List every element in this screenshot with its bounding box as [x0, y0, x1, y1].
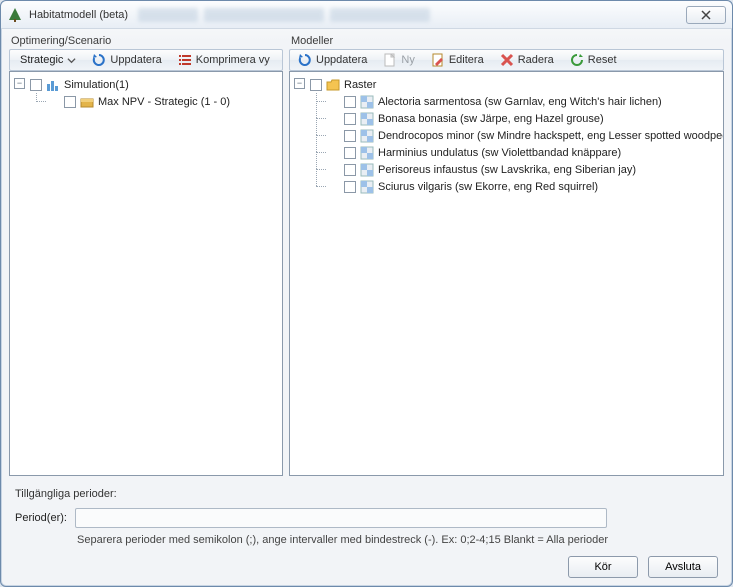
- checkbox[interactable]: [344, 181, 356, 193]
- left-tree-panel: − Simulation(1): [9, 71, 283, 476]
- tree-label[interactable]: Simulation(1): [64, 79, 129, 91]
- tree-node-model: Dendrocopos minor (sw Mindre hackspett, …: [328, 127, 719, 144]
- tree-node-raster: − Raster Alectoria sarmentosa (sw Garnla…: [294, 76, 719, 195]
- compress-view-button[interactable]: Komprimera vy: [174, 52, 274, 68]
- list-icon: [178, 53, 192, 67]
- checkbox[interactable]: [310, 79, 322, 91]
- periods-input[interactable]: [75, 508, 607, 528]
- model-icon: [360, 180, 374, 194]
- new-button[interactable]: Ny: [379, 52, 418, 68]
- right-toolbar: Uppdatera Ny Editera: [289, 49, 724, 71]
- tree-label[interactable]: Perisoreus infaustus (sw Lavskrika, eng …: [378, 164, 636, 176]
- periods-label: Period(er):: [15, 512, 67, 524]
- app-window: Habitatmodell (beta) Optimering/Scenario…: [0, 0, 733, 587]
- tree-label[interactable]: Bonasa bonasia (sw Järpe, eng Hazel grou…: [378, 113, 604, 125]
- run-button[interactable]: Kör: [568, 556, 638, 578]
- edit-label: Editera: [449, 54, 484, 66]
- expand-toggle[interactable]: −: [294, 78, 305, 89]
- tree-label[interactable]: Raster: [344, 79, 376, 91]
- scenario-dropdown-value: Strategic: [20, 54, 63, 66]
- tree-node-model: Bonasa bonasia (sw Järpe, eng Hazel grou…: [328, 110, 719, 127]
- left-toolbar: Strategic Uppdatera Komprimera vy: [9, 49, 283, 71]
- model-icon: [360, 163, 374, 177]
- tree-node-model: Harminius undulatus (sw Violettbandad kn…: [328, 144, 719, 161]
- edit-icon: [431, 53, 445, 67]
- right-column: Modeller Uppdatera Ny: [289, 35, 724, 476]
- right-update-button[interactable]: Uppdatera: [294, 52, 371, 68]
- background-tabs-blur: [138, 8, 430, 22]
- model-icon: [360, 95, 374, 109]
- reset-icon: [570, 53, 584, 67]
- periods-header: Tillgängliga perioder:: [15, 488, 718, 500]
- delete-button[interactable]: Radera: [496, 52, 558, 68]
- tree-label[interactable]: Dendrocopos minor (sw Mindre hackspett, …: [378, 130, 724, 142]
- right-tree-panel: − Raster Alectoria sarmentosa (sw Garnla…: [289, 71, 724, 476]
- model-icon: [360, 146, 374, 160]
- tree-node-simulation: − Simulation(1): [14, 76, 278, 110]
- checkbox[interactable]: [64, 96, 76, 108]
- right-section-label: Modeller: [289, 35, 724, 49]
- tree-node-model: Alectoria sarmentosa (sw Garnlav, eng Wi…: [328, 93, 719, 110]
- checkbox[interactable]: [344, 147, 356, 159]
- reset-button[interactable]: Reset: [566, 52, 621, 68]
- folder-icon: [326, 78, 340, 92]
- model-icon: [360, 112, 374, 126]
- left-update-label: Uppdatera: [110, 54, 161, 66]
- checkbox[interactable]: [344, 113, 356, 125]
- tree-node-model: Sciurus vilgaris (sw Ekorre, eng Red squ…: [328, 178, 719, 195]
- checkbox[interactable]: [344, 96, 356, 108]
- window-title: Habitatmodell (beta): [29, 9, 128, 21]
- delete-label: Radera: [518, 54, 554, 66]
- x-icon: [500, 53, 514, 67]
- new-label: Ny: [401, 54, 414, 66]
- refresh-icon: [298, 53, 312, 67]
- left-update-button[interactable]: Uppdatera: [88, 52, 165, 68]
- left-column: Optimering/Scenario Strategic Uppdatera: [9, 35, 283, 476]
- window-body: Optimering/Scenario Strategic Uppdatera: [1, 29, 732, 586]
- tree-node-model: Perisoreus infaustus (sw Lavskrika, eng …: [328, 161, 719, 178]
- compress-view-label: Komprimera vy: [196, 54, 270, 66]
- reset-label: Reset: [588, 54, 617, 66]
- checkbox[interactable]: [344, 164, 356, 176]
- page-icon: [383, 53, 397, 67]
- checkbox[interactable]: [30, 79, 42, 91]
- close-button[interactable]: Avsluta: [648, 556, 718, 578]
- right-update-label: Uppdatera: [316, 54, 367, 66]
- box-icon: [80, 95, 94, 109]
- refresh-icon: [92, 53, 106, 67]
- periods-hint: Separera perioder med semikolon (;), ang…: [77, 534, 718, 546]
- tree-label[interactable]: Harminius undulatus (sw Violettbandad kn…: [378, 147, 621, 159]
- scenario-dropdown[interactable]: Strategic: [14, 53, 80, 67]
- window-close-button[interactable]: [686, 6, 726, 24]
- periods-section: Tillgängliga perioder: Period(er): Separ…: [9, 480, 724, 546]
- model-icon: [360, 129, 374, 143]
- left-section-label: Optimering/Scenario: [9, 35, 283, 49]
- chevron-down-icon: [67, 56, 76, 65]
- titlebar: Habitatmodell (beta): [1, 1, 732, 29]
- checkbox[interactable]: [344, 130, 356, 142]
- tree-label[interactable]: Alectoria sarmentosa (sw Garnlav, eng Wi…: [378, 96, 662, 108]
- tree-label[interactable]: Max NPV - Strategic (1 - 0): [98, 96, 230, 108]
- columns: Optimering/Scenario Strategic Uppdatera: [9, 35, 724, 476]
- sim-icon: [46, 78, 60, 92]
- edit-button[interactable]: Editera: [427, 52, 488, 68]
- tree-node-maxnpv: Max NPV - Strategic (1 - 0): [48, 93, 278, 110]
- expand-toggle[interactable]: −: [14, 78, 25, 89]
- tree-label[interactable]: Sciurus vilgaris (sw Ekorre, eng Red squ…: [378, 181, 598, 193]
- footer: Kör Avsluta: [9, 550, 724, 578]
- app-icon: [7, 7, 23, 23]
